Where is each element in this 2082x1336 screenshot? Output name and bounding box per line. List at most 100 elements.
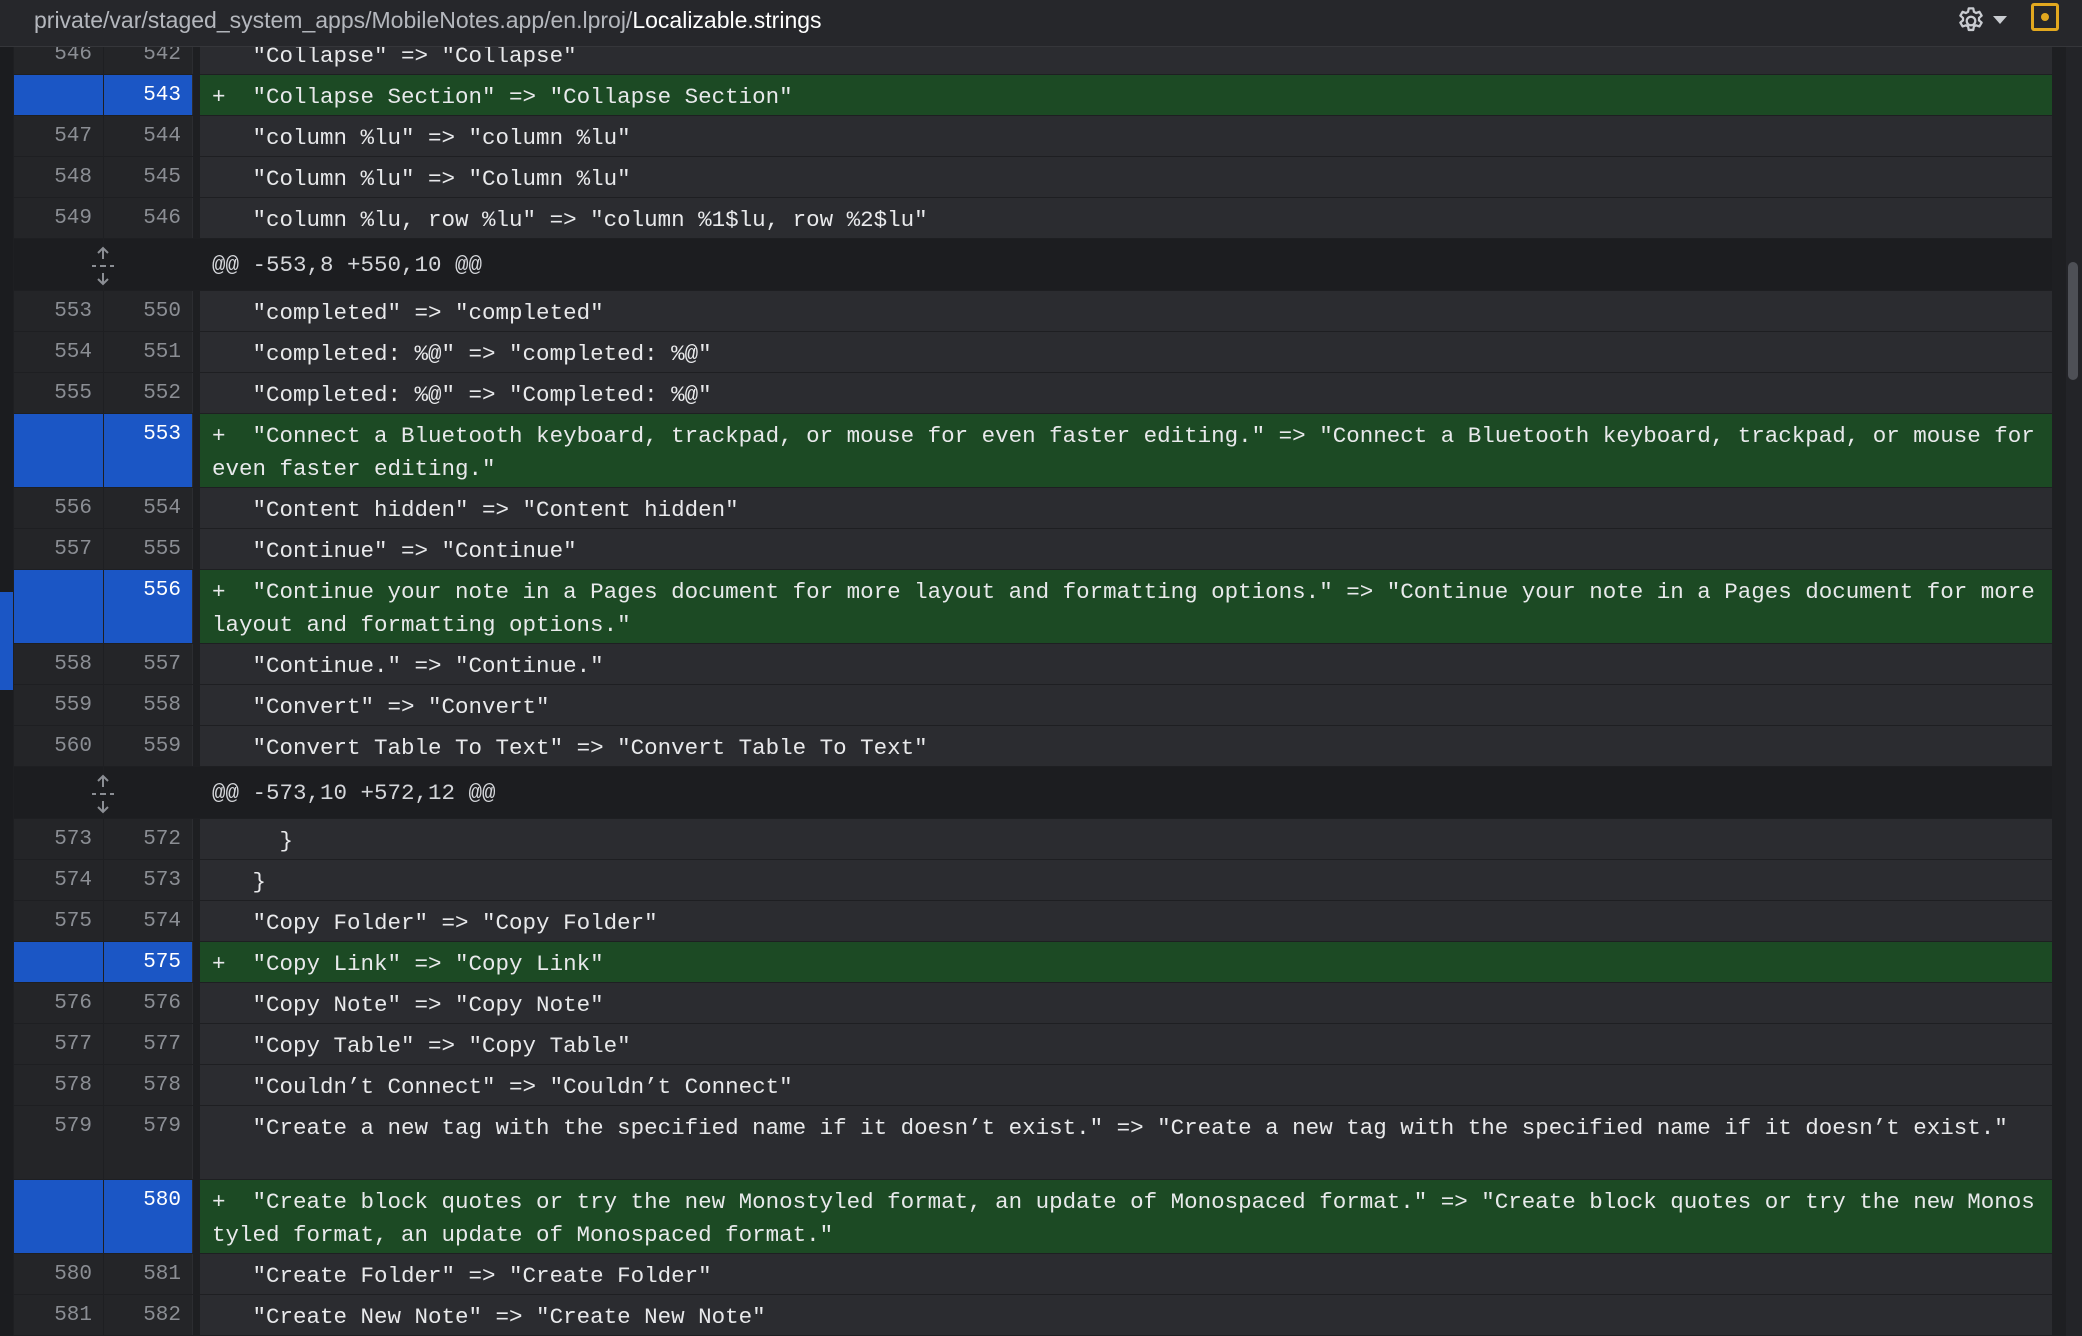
context-line[interactable]: 579 579 "Create a new tag with the specif… xyxy=(14,1106,2066,1179)
code-text: "Content hidden" => "Content hidden" xyxy=(252,497,739,523)
expand-icon[interactable] xyxy=(86,773,120,815)
old-line-gutter[interactable] xyxy=(14,570,103,643)
old-line-gutter[interactable]: 577 xyxy=(14,1024,103,1064)
new-line-gutter[interactable]: 579 xyxy=(104,1106,193,1179)
old-line-gutter[interactable]: 547 xyxy=(14,116,103,156)
old-line-gutter[interactable]: 560 xyxy=(14,726,103,766)
context-line[interactable]: 548 545 "Column %lu" => "Column %lu" xyxy=(14,157,2066,197)
context-line[interactable]: 546 542 "Collapse" => "Collapse" xyxy=(14,47,2066,74)
new-line-gutter[interactable]: 552 xyxy=(104,373,193,413)
old-line-gutter[interactable] xyxy=(14,1180,103,1253)
code-cell: + "Create block quotes or try the new Mo… xyxy=(200,1180,2052,1253)
new-line-gutter[interactable]: 580 xyxy=(104,1180,193,1253)
new-line-gutter[interactable]: 578 xyxy=(104,1065,193,1105)
new-line-gutter[interactable]: 576 xyxy=(104,983,193,1023)
old-line-gutter[interactable]: 580 xyxy=(14,1254,103,1294)
context-line[interactable]: 549 546 "column %lu, row %lu" => "column … xyxy=(14,198,2066,238)
new-line-gutter[interactable]: 559 xyxy=(104,726,193,766)
added-line[interactable]: 553 + "Connect a Bluetooth keyboard, trac… xyxy=(14,414,2066,487)
context-line[interactable]: 554 551 "completed: %@" => "completed: %@… xyxy=(14,332,2066,372)
added-line[interactable]: 580 + "Create block quotes or try the new… xyxy=(14,1180,2066,1253)
old-line-gutter[interactable]: 576 xyxy=(14,983,103,1023)
context-line[interactable]: 556 554 "Content hidden" => "Content hidd… xyxy=(14,488,2066,528)
old-line-gutter[interactable]: 559 xyxy=(14,685,103,725)
context-line[interactable]: 581 582 "Create New Note" => "Create New … xyxy=(14,1295,2066,1335)
old-line-gutter[interactable]: 556 xyxy=(14,488,103,528)
code-line: "Collapse" => "Collapse" xyxy=(212,47,2042,73)
scrollbar-thumb[interactable] xyxy=(2068,262,2078,380)
context-line[interactable]: 576 576 "Copy Note" => "Copy Note" xyxy=(14,983,2066,1023)
old-line-gutter[interactable]: 558 xyxy=(14,644,103,684)
context-line[interactable]: 578 578 "Couldn’t Connect" => "Couldn’t C… xyxy=(14,1065,2066,1105)
new-line-gutter[interactable]: 572 xyxy=(104,819,193,859)
new-line-gutter[interactable]: 581 xyxy=(104,1254,193,1294)
new-line-gutter[interactable]: 555 xyxy=(104,529,193,569)
new-line-gutter[interactable]: 551 xyxy=(104,332,193,372)
old-line-gutter[interactable]: 578 xyxy=(14,1065,103,1105)
context-line[interactable]: 580 581 "Create Folder" => "Create Folder… xyxy=(14,1254,2066,1294)
new-line-gutter[interactable]: 543 xyxy=(104,75,193,115)
context-line[interactable]: 553 550 "completed" => "completed" xyxy=(14,291,2066,331)
context-line[interactable]: 575 574 "Copy Folder" => "Copy Folder" xyxy=(14,901,2066,941)
new-line-gutter[interactable]: 575 xyxy=(104,942,193,982)
expand-icon[interactable] xyxy=(86,245,120,287)
old-line-gutter[interactable]: 574 xyxy=(14,860,103,900)
old-line-gutter[interactable]: 548 xyxy=(14,157,103,197)
context-line[interactable]: 559 558 "Convert" => "Convert" xyxy=(14,685,2066,725)
code-cell: "Create Folder" => "Create Folder" xyxy=(200,1254,2052,1294)
old-line-gutter[interactable] xyxy=(14,414,103,487)
new-line-gutter[interactable]: 550 xyxy=(104,291,193,331)
context-line[interactable]: 557 555 "Continue" => "Continue" xyxy=(14,529,2066,569)
new-line-gutter[interactable]: 553 xyxy=(104,414,193,487)
context-line[interactable]: 574 573 } xyxy=(14,860,2066,900)
new-line-number: 559 xyxy=(143,735,181,758)
old-line-gutter[interactable] xyxy=(14,942,103,982)
new-line-number: 581 xyxy=(143,1263,181,1286)
new-line-gutter[interactable]: 573 xyxy=(104,860,193,900)
old-line-gutter[interactable]: 575 xyxy=(14,901,103,941)
file-name[interactable]: Localizable.strings xyxy=(632,7,821,33)
old-line-number: 560 xyxy=(54,735,92,758)
old-line-gutter[interactable]: 553 xyxy=(14,291,103,331)
hunk-header-cell: @@ -573,10 +572,12 @@ xyxy=(193,767,2052,818)
new-line-gutter[interactable]: 582 xyxy=(104,1295,193,1335)
new-line-number: 573 xyxy=(143,869,181,892)
context-line[interactable]: 555 552 "Completed: %@" => "Completed: %@… xyxy=(14,373,2066,413)
added-line[interactable]: 543 + "Collapse Section" => "Collapse Sec… xyxy=(14,75,2066,115)
settings-menu-button[interactable] xyxy=(1953,4,2013,36)
context-line[interactable]: 560 559 "Convert Table To Text" => "Conve… xyxy=(14,726,2066,766)
new-line-gutter[interactable]: 557 xyxy=(104,644,193,684)
new-line-gutter[interactable]: 545 xyxy=(104,157,193,197)
added-line[interactable]: 556 + "Continue your note in a Pages docu… xyxy=(14,570,2066,643)
old-line-gutter[interactable]: 573 xyxy=(14,819,103,859)
old-line-gutter[interactable]: 549 xyxy=(14,198,103,238)
context-line[interactable]: 573 572 } xyxy=(14,819,2066,859)
added-line[interactable]: 575 + "Copy Link" => "Copy Link" xyxy=(14,942,2066,982)
new-line-gutter[interactable]: 544 xyxy=(104,116,193,156)
old-line-gutter[interactable]: 554 xyxy=(14,332,103,372)
new-line-gutter[interactable]: 558 xyxy=(104,685,193,725)
new-line-gutter[interactable]: 546 xyxy=(104,198,193,238)
new-line-gutter[interactable]: 556 xyxy=(104,570,193,643)
context-line[interactable]: 577 577 "Copy Table" => "Copy Table" xyxy=(14,1024,2066,1064)
context-line[interactable]: 547 544 "column %lu" => "column %lu" xyxy=(14,116,2066,156)
code-line: + "Collapse Section" => "Collapse Sectio… xyxy=(212,81,2042,114)
vertical-scrollbar[interactable] xyxy=(2066,47,2082,1336)
old-line-number: 579 xyxy=(54,1115,92,1138)
context-line[interactable]: 558 557 "Continue." => "Continue." xyxy=(14,644,2066,684)
old-line-gutter[interactable]: 579 xyxy=(14,1106,103,1179)
record-toggle-button[interactable] xyxy=(2031,3,2059,31)
old-line-gutter[interactable]: 557 xyxy=(14,529,103,569)
code-text: "Create New Note" => "Create New Note" xyxy=(252,1304,766,1330)
new-line-gutter[interactable]: 574 xyxy=(104,901,193,941)
old-line-gutter[interactable] xyxy=(14,75,103,115)
old-line-gutter[interactable]: 555 xyxy=(14,373,103,413)
old-line-gutter[interactable]: 546 xyxy=(14,47,103,74)
new-line-gutter[interactable]: 554 xyxy=(104,488,193,528)
old-line-gutter[interactable]: 581 xyxy=(14,1295,103,1335)
new-line-gutter[interactable]: 542 xyxy=(104,47,193,74)
new-line-gutter[interactable]: 577 xyxy=(104,1024,193,1064)
new-line-number: 558 xyxy=(143,694,181,717)
